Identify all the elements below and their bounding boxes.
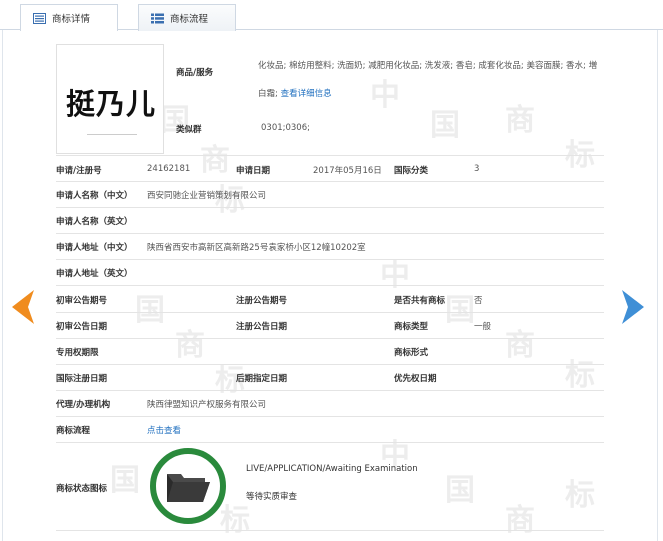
apply-date-label: 申请日期 bbox=[236, 166, 271, 176]
right-border bbox=[657, 30, 658, 541]
left-border bbox=[2, 30, 3, 541]
goods-services-label: 商品/服务 bbox=[176, 68, 214, 78]
exclusive-period-label: 专用权期限 bbox=[56, 348, 99, 358]
tab-bar: 商标详情 商标流程 bbox=[0, 0, 663, 31]
row-divider bbox=[56, 155, 604, 156]
applicant-cn-label: 申请人名称（中文） bbox=[56, 191, 133, 201]
later-designation-date-label: 后期指定日期 bbox=[236, 374, 288, 384]
row-divider bbox=[56, 390, 604, 391]
row-divider bbox=[56, 364, 604, 365]
logo-underline bbox=[87, 134, 137, 135]
list-doc-icon bbox=[33, 12, 46, 24]
prelim-notice-no-label: 初审公告期号 bbox=[56, 296, 108, 306]
row-divider bbox=[56, 530, 604, 531]
similar-group-label: 类似群 bbox=[176, 125, 202, 135]
agent-value: 陕西律盟知识产权服务有限公司 bbox=[147, 400, 267, 410]
trademark-form-label: 商标形式 bbox=[394, 348, 429, 358]
row-divider bbox=[56, 285, 604, 286]
view-process-link[interactable]: 点击查看 bbox=[147, 424, 181, 436]
trademark-image: 挺乃儿 bbox=[56, 44, 164, 154]
row-divider bbox=[56, 233, 604, 234]
tab-label: 商标流程 bbox=[170, 14, 209, 25]
next-arrow-icon[interactable] bbox=[620, 290, 644, 324]
shared-trademark-label: 是否共有商标 bbox=[394, 296, 446, 306]
shared-trademark-value: 否 bbox=[474, 296, 483, 306]
trademark-detail-panel: 挺乃儿 商品/服务 化妆品; 棉纺用整料; 洗面奶; 减肥用化妆品; 洗发液; … bbox=[44, 30, 607, 541]
applicant-en-label: 申请人名称（英文） bbox=[56, 217, 133, 227]
reg-notice-date-label: 注册公告日期 bbox=[236, 322, 288, 332]
reg-notice-no-label: 注册公告期号 bbox=[236, 296, 288, 306]
trademark-type-value: 一般 bbox=[474, 322, 492, 332]
intl-class-label: 国际分类 bbox=[394, 166, 429, 176]
similar-group-value: 0301;0306; bbox=[261, 123, 310, 133]
tab-trademark-details[interactable]: 商标详情 bbox=[20, 4, 118, 31]
goods-services-value: 化妆品; 棉纺用整料; 洗面奶; 减肥用化妆品; 洗发液; 香皂; 成套化妆品;… bbox=[258, 52, 603, 108]
view-details-link[interactable]: 查看详细信息 bbox=[281, 89, 332, 99]
status-icon-label: 商标状态图标 bbox=[56, 484, 108, 494]
intl-reg-date-label: 国际注册日期 bbox=[56, 374, 108, 384]
previous-arrow-icon[interactable] bbox=[12, 290, 36, 324]
address-en-label: 申请人地址（英文） bbox=[56, 269, 133, 279]
flow-list-icon bbox=[151, 13, 164, 23]
row-divider bbox=[56, 181, 604, 182]
row-divider bbox=[56, 207, 604, 208]
trademark-type-label: 商标类型 bbox=[394, 322, 429, 332]
reg-number-value: 24162181 bbox=[147, 164, 191, 174]
agent-label: 代理/办理机构 bbox=[56, 400, 111, 410]
row-divider bbox=[56, 416, 604, 417]
status-badge bbox=[150, 448, 226, 524]
address-cn-value: 陕西省西安市高新区高新路25号袁家桥小区12幢10202室 bbox=[147, 243, 366, 253]
status-english: LIVE/APPLICATION/Awaiting Examination bbox=[246, 464, 418, 474]
apply-date-value: 2017年05月16日 bbox=[313, 166, 382, 176]
status-chinese: 等待实质审查 bbox=[246, 492, 298, 502]
tab-trademark-process[interactable]: 商标流程 bbox=[138, 4, 236, 31]
tab-label: 商标详情 bbox=[52, 14, 91, 25]
priority-date-label: 优先权日期 bbox=[394, 374, 437, 384]
row-divider bbox=[56, 442, 604, 443]
process-label: 商标流程 bbox=[56, 426, 91, 436]
trademark-logo-text: 挺乃儿 bbox=[65, 87, 156, 121]
row-divider bbox=[56, 259, 604, 260]
intl-class-value: 3 bbox=[474, 164, 480, 174]
address-cn-label: 申请人地址（中文） bbox=[56, 243, 133, 253]
row-divider bbox=[56, 312, 604, 313]
prelim-notice-date-label: 初审公告日期 bbox=[56, 322, 108, 332]
reg-number-label: 申请/注册号 bbox=[56, 166, 102, 176]
row-divider bbox=[56, 338, 604, 339]
applicant-cn-value: 西安同驰企业营销策划有限公司 bbox=[147, 191, 267, 201]
folder-icon bbox=[167, 474, 210, 502]
